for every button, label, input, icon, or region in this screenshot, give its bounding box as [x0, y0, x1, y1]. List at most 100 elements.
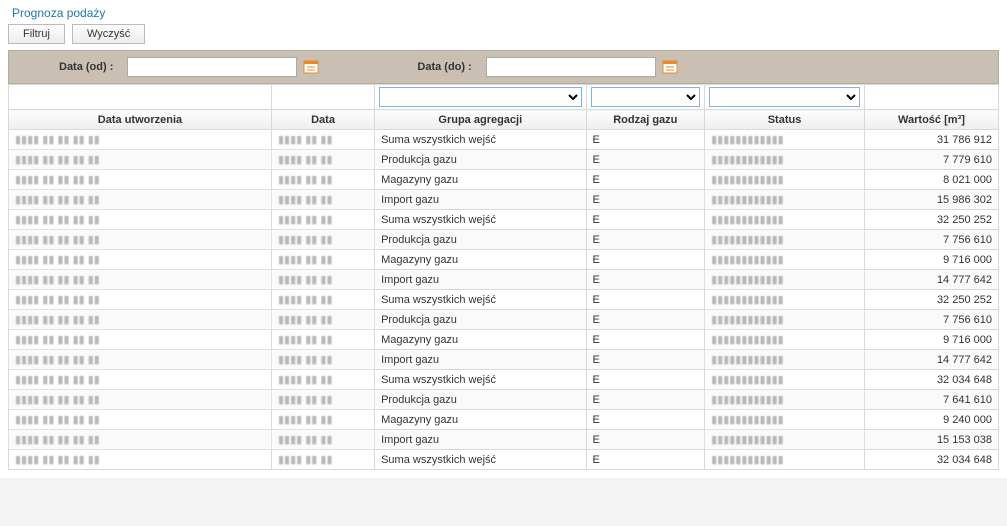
- cell-group: Suma wszystkich wejść: [375, 130, 586, 150]
- cell-value: 7 779 610: [864, 150, 998, 170]
- cell-date: ▮▮▮▮ ▮▮ ▮▮: [271, 290, 374, 310]
- cell-status: ▮▮▮▮▮▮▮▮▮▮▮▮: [705, 230, 865, 250]
- cell-group: Import gazu: [375, 190, 586, 210]
- col-header-date[interactable]: Data: [271, 110, 374, 130]
- cell-status: ▮▮▮▮▮▮▮▮▮▮▮▮: [705, 130, 865, 150]
- date-to-label: Data (do) :: [417, 61, 471, 73]
- cell-created: ▮▮▮▮ ▮▮ ▮▮ ▮▮ ▮▮: [9, 270, 272, 290]
- cell-date: ▮▮▮▮ ▮▮ ▮▮: [271, 250, 374, 270]
- gas-type-filter-select[interactable]: [591, 87, 701, 107]
- cell-created: ▮▮▮▮ ▮▮ ▮▮ ▮▮ ▮▮: [9, 310, 272, 330]
- cell-gas-type: E: [586, 250, 705, 270]
- cell-date: ▮▮▮▮ ▮▮ ▮▮: [271, 190, 374, 210]
- cell-created: ▮▮▮▮ ▮▮ ▮▮ ▮▮ ▮▮: [9, 410, 272, 430]
- date-to-input[interactable]: [486, 57, 656, 77]
- cell-group: Magazyny gazu: [375, 410, 586, 430]
- table-row[interactable]: ▮▮▮▮ ▮▮ ▮▮ ▮▮ ▮▮▮▮▮▮ ▮▮ ▮▮Magazyny gazuE…: [9, 250, 999, 270]
- col-header-gas-type[interactable]: Rodzaj gazu: [586, 110, 705, 130]
- cell-status: ▮▮▮▮▮▮▮▮▮▮▮▮: [705, 290, 865, 310]
- table-row[interactable]: ▮▮▮▮ ▮▮ ▮▮ ▮▮ ▮▮▮▮▮▮ ▮▮ ▮▮Produkcja gazu…: [9, 310, 999, 330]
- cell-created: ▮▮▮▮ ▮▮ ▮▮ ▮▮ ▮▮: [9, 370, 272, 390]
- cell-group: Suma wszystkich wejść: [375, 290, 586, 310]
- cell-date: ▮▮▮▮ ▮▮ ▮▮: [271, 410, 374, 430]
- cell-status: ▮▮▮▮▮▮▮▮▮▮▮▮: [705, 330, 865, 350]
- cell-gas-type: E: [586, 130, 705, 150]
- cell-gas-type: E: [586, 290, 705, 310]
- table-row[interactable]: ▮▮▮▮ ▮▮ ▮▮ ▮▮ ▮▮▮▮▮▮ ▮▮ ▮▮Import gazuE▮▮…: [9, 190, 999, 210]
- cell-status: ▮▮▮▮▮▮▮▮▮▮▮▮: [705, 210, 865, 230]
- table-row[interactable]: ▮▮▮▮ ▮▮ ▮▮ ▮▮ ▮▮▮▮▮▮ ▮▮ ▮▮Import gazuE▮▮…: [9, 270, 999, 290]
- cell-group: Suma wszystkich wejść: [375, 450, 586, 470]
- cell-date: ▮▮▮▮ ▮▮ ▮▮: [271, 370, 374, 390]
- col-header-created[interactable]: Data utworzenia: [9, 110, 272, 130]
- cell-status: ▮▮▮▮▮▮▮▮▮▮▮▮: [705, 450, 865, 470]
- cell-status: ▮▮▮▮▮▮▮▮▮▮▮▮: [705, 350, 865, 370]
- cell-gas-type: E: [586, 350, 705, 370]
- table-row[interactable]: ▮▮▮▮ ▮▮ ▮▮ ▮▮ ▮▮▮▮▮▮ ▮▮ ▮▮Produkcja gazu…: [9, 390, 999, 410]
- table-row[interactable]: ▮▮▮▮ ▮▮ ▮▮ ▮▮ ▮▮▮▮▮▮ ▮▮ ▮▮Import gazuE▮▮…: [9, 350, 999, 370]
- cell-gas-type: E: [586, 270, 705, 290]
- cell-date: ▮▮▮▮ ▮▮ ▮▮: [271, 150, 374, 170]
- table-row[interactable]: ▮▮▮▮ ▮▮ ▮▮ ▮▮ ▮▮▮▮▮▮ ▮▮ ▮▮Suma wszystkic…: [9, 450, 999, 470]
- calendar-icon[interactable]: [303, 59, 319, 75]
- cell-created: ▮▮▮▮ ▮▮ ▮▮ ▮▮ ▮▮: [9, 170, 272, 190]
- clear-button[interactable]: Wyczyść: [72, 24, 145, 44]
- table-row[interactable]: ▮▮▮▮ ▮▮ ▮▮ ▮▮ ▮▮▮▮▮▮ ▮▮ ▮▮Produkcja gazu…: [9, 230, 999, 250]
- cell-group: Produkcja gazu: [375, 230, 586, 250]
- table-row[interactable]: ▮▮▮▮ ▮▮ ▮▮ ▮▮ ▮▮▮▮▮▮ ▮▮ ▮▮Suma wszystkic…: [9, 290, 999, 310]
- cell-date: ▮▮▮▮ ▮▮ ▮▮: [271, 450, 374, 470]
- cell-group: Magazyny gazu: [375, 250, 586, 270]
- cell-group: Produkcja gazu: [375, 310, 586, 330]
- col-header-value[interactable]: Wartość [m³]: [864, 110, 998, 130]
- cell-gas-type: E: [586, 430, 705, 450]
- cell-group: Suma wszystkich wejść: [375, 370, 586, 390]
- cell-gas-type: E: [586, 310, 705, 330]
- table-row[interactable]: ▮▮▮▮ ▮▮ ▮▮ ▮▮ ▮▮▮▮▮▮ ▮▮ ▮▮Magazyny gazuE…: [9, 410, 999, 430]
- table-row[interactable]: ▮▮▮▮ ▮▮ ▮▮ ▮▮ ▮▮▮▮▮▮ ▮▮ ▮▮Magazyny gazuE…: [9, 330, 999, 350]
- cell-created: ▮▮▮▮ ▮▮ ▮▮ ▮▮ ▮▮: [9, 390, 272, 410]
- table-row[interactable]: ▮▮▮▮ ▮▮ ▮▮ ▮▮ ▮▮▮▮▮▮ ▮▮ ▮▮Suma wszystkic…: [9, 370, 999, 390]
- cell-status: ▮▮▮▮▮▮▮▮▮▮▮▮: [705, 250, 865, 270]
- cell-group: Magazyny gazu: [375, 330, 586, 350]
- cell-status: ▮▮▮▮▮▮▮▮▮▮▮▮: [705, 150, 865, 170]
- cell-created: ▮▮▮▮ ▮▮ ▮▮ ▮▮ ▮▮: [9, 230, 272, 250]
- cell-date: ▮▮▮▮ ▮▮ ▮▮: [271, 130, 374, 150]
- cell-created: ▮▮▮▮ ▮▮ ▮▮ ▮▮ ▮▮: [9, 330, 272, 350]
- col-header-group[interactable]: Grupa agregacji: [375, 110, 586, 130]
- table-row[interactable]: ▮▮▮▮ ▮▮ ▮▮ ▮▮ ▮▮▮▮▮▮ ▮▮ ▮▮Suma wszystkic…: [9, 130, 999, 150]
- cell-created: ▮▮▮▮ ▮▮ ▮▮ ▮▮ ▮▮: [9, 450, 272, 470]
- cell-created: ▮▮▮▮ ▮▮ ▮▮ ▮▮ ▮▮: [9, 130, 272, 150]
- page-title: Prognoza podaży: [12, 6, 999, 20]
- cell-value: 14 777 642: [864, 350, 998, 370]
- table-row[interactable]: ▮▮▮▮ ▮▮ ▮▮ ▮▮ ▮▮▮▮▮▮ ▮▮ ▮▮Suma wszystkic…: [9, 210, 999, 230]
- col-header-status[interactable]: Status: [705, 110, 865, 130]
- table-row[interactable]: ▮▮▮▮ ▮▮ ▮▮ ▮▮ ▮▮▮▮▮▮ ▮▮ ▮▮Magazyny gazuE…: [9, 170, 999, 190]
- cell-value: 15 986 302: [864, 190, 998, 210]
- calendar-icon[interactable]: [662, 59, 678, 75]
- cell-created: ▮▮▮▮ ▮▮ ▮▮ ▮▮ ▮▮: [9, 150, 272, 170]
- cell-gas-type: E: [586, 370, 705, 390]
- table-row[interactable]: ▮▮▮▮ ▮▮ ▮▮ ▮▮ ▮▮▮▮▮▮ ▮▮ ▮▮Import gazuE▮▮…: [9, 430, 999, 450]
- table-row[interactable]: ▮▮▮▮ ▮▮ ▮▮ ▮▮ ▮▮▮▮▮▮ ▮▮ ▮▮Produkcja gazu…: [9, 150, 999, 170]
- toolbar: Filtruj Wyczyść: [8, 24, 999, 44]
- group-filter-select[interactable]: [379, 87, 581, 107]
- cell-value: 32 250 252: [864, 210, 998, 230]
- cell-date: ▮▮▮▮ ▮▮ ▮▮: [271, 210, 374, 230]
- cell-status: ▮▮▮▮▮▮▮▮▮▮▮▮: [705, 190, 865, 210]
- cell-value: 9 240 000: [864, 410, 998, 430]
- filter-button[interactable]: Filtruj: [8, 24, 65, 44]
- cell-value: 32 034 648: [864, 370, 998, 390]
- cell-group: Produkcja gazu: [375, 150, 586, 170]
- cell-date: ▮▮▮▮ ▮▮ ▮▮: [271, 310, 374, 330]
- cell-value: 31 786 912: [864, 130, 998, 150]
- data-grid: Data utworzenia Data Grupa agregacji Rod…: [8, 84, 999, 470]
- filter-cell-created: [9, 85, 272, 110]
- status-filter-select[interactable]: [709, 87, 860, 107]
- cell-value: 7 756 610: [864, 230, 998, 250]
- cell-status: ▮▮▮▮▮▮▮▮▮▮▮▮: [705, 270, 865, 290]
- filter-cell-value: [864, 85, 998, 110]
- filter-bar: Data (od) : Data (do) :: [8, 50, 999, 84]
- cell-gas-type: E: [586, 230, 705, 250]
- date-from-input[interactable]: [127, 57, 297, 77]
- cell-created: ▮▮▮▮ ▮▮ ▮▮ ▮▮ ▮▮: [9, 190, 272, 210]
